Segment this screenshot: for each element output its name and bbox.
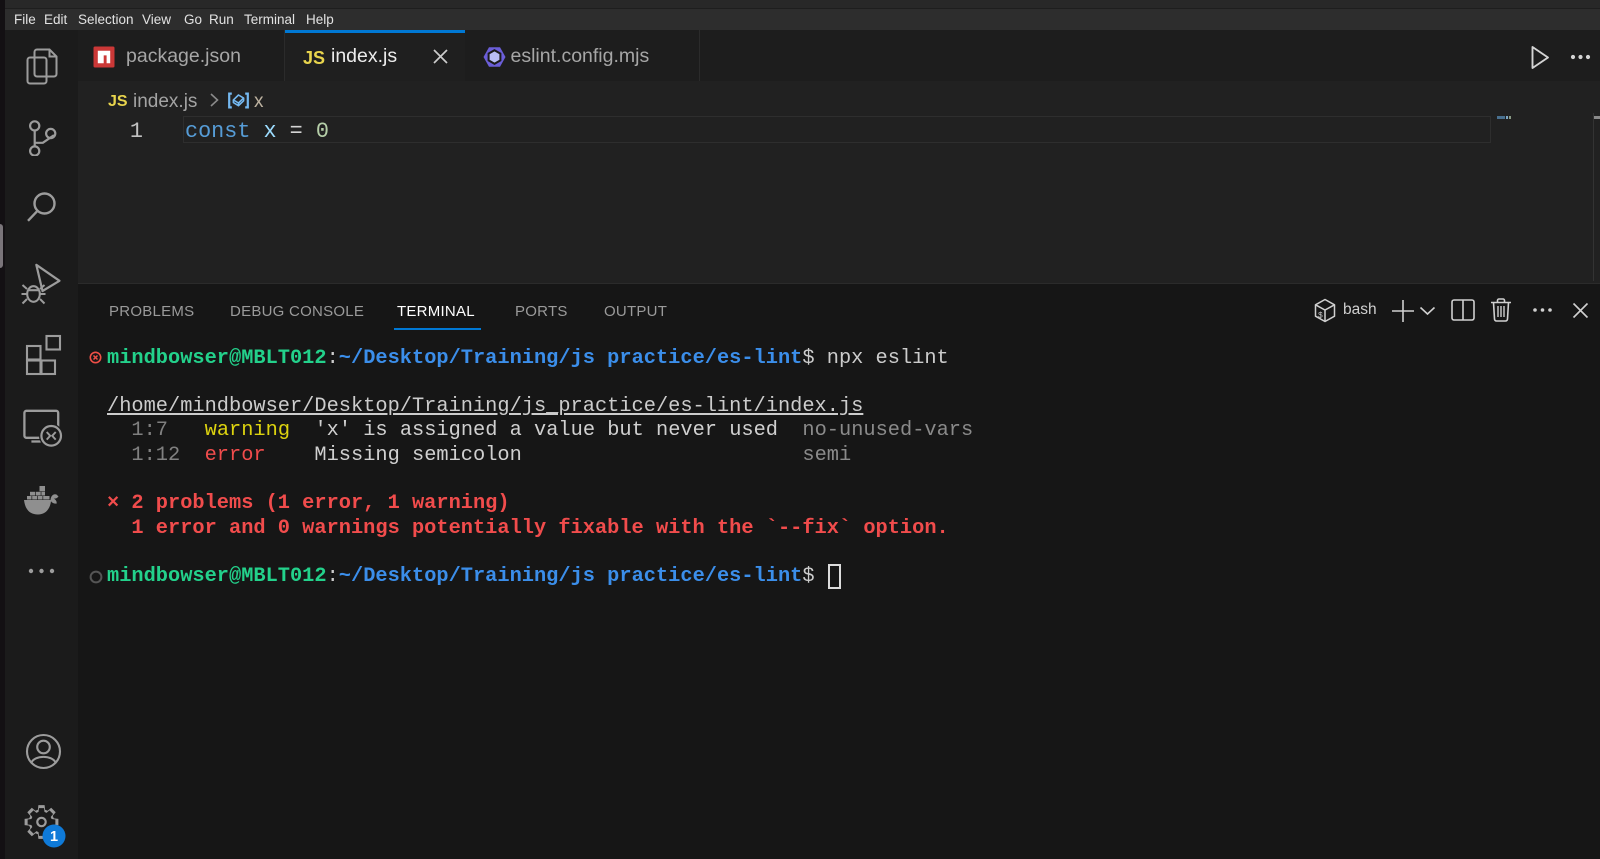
svg-text:1: 1: [50, 829, 58, 845]
svg-text:$: $: [1318, 312, 1323, 321]
